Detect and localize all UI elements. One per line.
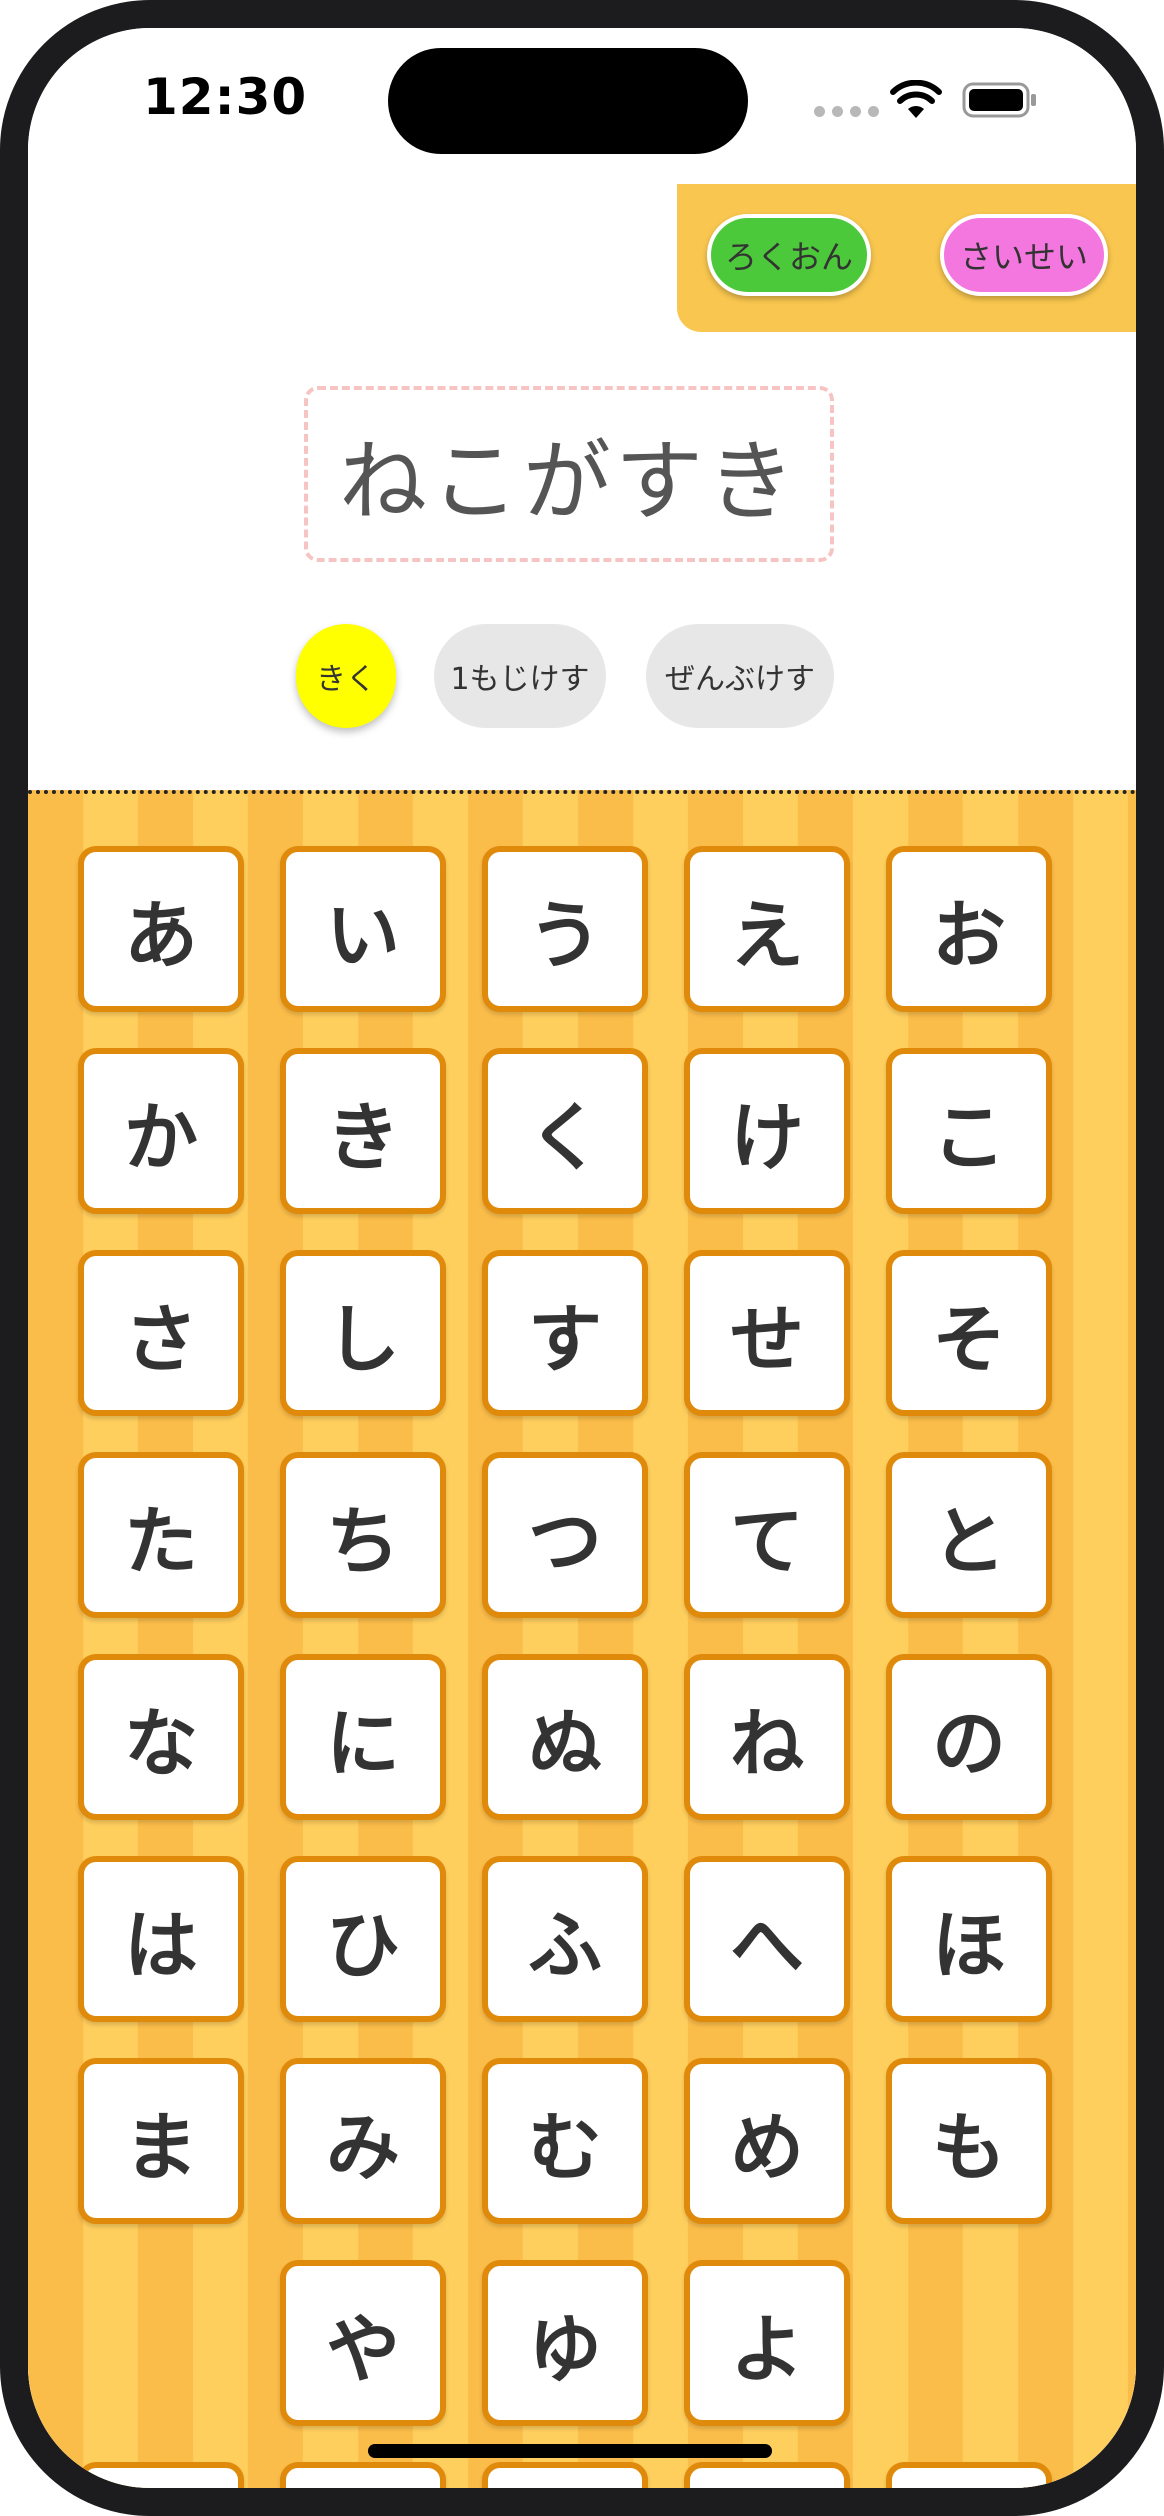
wifi-icon bbox=[890, 80, 942, 118]
kana-key[interactable]: へ bbox=[684, 1856, 850, 2022]
kana-key[interactable]: す bbox=[482, 1250, 648, 1416]
kana-key[interactable]: み bbox=[280, 2058, 446, 2224]
app-screen: 12:30 ろくおん さいせい ねこがすき きく 1もじけす ぜんぶけす あいう… bbox=[28, 28, 1136, 2488]
kana-key-partial[interactable] bbox=[684, 2462, 850, 2488]
battery-icon bbox=[962, 82, 1036, 118]
kana-key[interactable]: こ bbox=[886, 1048, 1052, 1214]
kana-key[interactable]: ぬ bbox=[482, 1654, 648, 1820]
hiragana-keyboard: あいうえおかきくけこさしすせそたちつてとなにぬねのはひふへほまみむめもやゆよ bbox=[28, 790, 1136, 2488]
kana-key[interactable]: し bbox=[280, 1250, 446, 1416]
delete-all-button[interactable]: ぜんぶけす bbox=[646, 624, 834, 728]
kana-key[interactable]: お bbox=[886, 846, 1052, 1012]
kana-key-partial[interactable] bbox=[482, 2462, 648, 2488]
kana-key[interactable]: く bbox=[482, 1048, 648, 1214]
status-time: 12:30 bbox=[143, 68, 308, 126]
kana-key-partial[interactable] bbox=[78, 2462, 244, 2488]
kana-key[interactable]: な bbox=[78, 1654, 244, 1820]
phone-frame: 12:30 ろくおん さいせい ねこがすき きく 1もじけす ぜんぶけす あいう… bbox=[0, 0, 1164, 2516]
kana-key[interactable]: え bbox=[684, 846, 850, 1012]
kana-key[interactable]: け bbox=[684, 1048, 850, 1214]
kana-key[interactable]: た bbox=[78, 1452, 244, 1618]
kana-key[interactable]: ね bbox=[684, 1654, 850, 1820]
kana-key[interactable]: ゆ bbox=[482, 2260, 648, 2426]
kana-key[interactable]: に bbox=[280, 1654, 446, 1820]
kana-key[interactable]: つ bbox=[482, 1452, 648, 1618]
delete-one-char-button[interactable]: 1もじけす bbox=[434, 624, 606, 728]
kana-key[interactable]: い bbox=[280, 846, 446, 1012]
home-indicator bbox=[368, 2444, 772, 2458]
kana-key[interactable]: む bbox=[482, 2058, 648, 2224]
kana-key[interactable]: と bbox=[886, 1452, 1052, 1618]
kana-key[interactable]: は bbox=[78, 1856, 244, 2022]
kana-key[interactable]: ふ bbox=[482, 1856, 648, 2022]
kana-key[interactable]: ほ bbox=[886, 1856, 1052, 2022]
kana-key[interactable]: か bbox=[78, 1048, 244, 1214]
kana-key[interactable]: て bbox=[684, 1452, 850, 1618]
record-button[interactable]: ろくおん bbox=[707, 214, 871, 296]
kana-key-partial[interactable] bbox=[886, 2462, 1052, 2488]
kana-key[interactable]: き bbox=[280, 1048, 446, 1214]
kana-key[interactable]: ま bbox=[78, 2058, 244, 2224]
cellular-signal-icon bbox=[814, 106, 879, 117]
kana-key[interactable]: め bbox=[684, 2058, 850, 2224]
word-display: ねこがすき bbox=[304, 386, 834, 562]
kana-key[interactable]: の bbox=[886, 1654, 1052, 1820]
kana-key[interactable]: や bbox=[280, 2260, 446, 2426]
kana-key[interactable]: ち bbox=[280, 1452, 446, 1618]
kana-key[interactable]: ひ bbox=[280, 1856, 446, 2022]
kana-key[interactable]: さ bbox=[78, 1250, 244, 1416]
kana-key[interactable]: あ bbox=[78, 846, 244, 1012]
kana-key[interactable]: も bbox=[886, 2058, 1052, 2224]
kana-key[interactable]: そ bbox=[886, 1250, 1052, 1416]
dynamic-island bbox=[388, 48, 748, 154]
listen-button[interactable]: きく bbox=[296, 624, 396, 728]
kana-key-partial[interactable] bbox=[280, 2462, 446, 2488]
kana-key[interactable]: う bbox=[482, 846, 648, 1012]
kana-key[interactable]: せ bbox=[684, 1250, 850, 1416]
play-button[interactable]: さいせい bbox=[940, 214, 1108, 296]
kana-key[interactable]: よ bbox=[684, 2260, 850, 2426]
